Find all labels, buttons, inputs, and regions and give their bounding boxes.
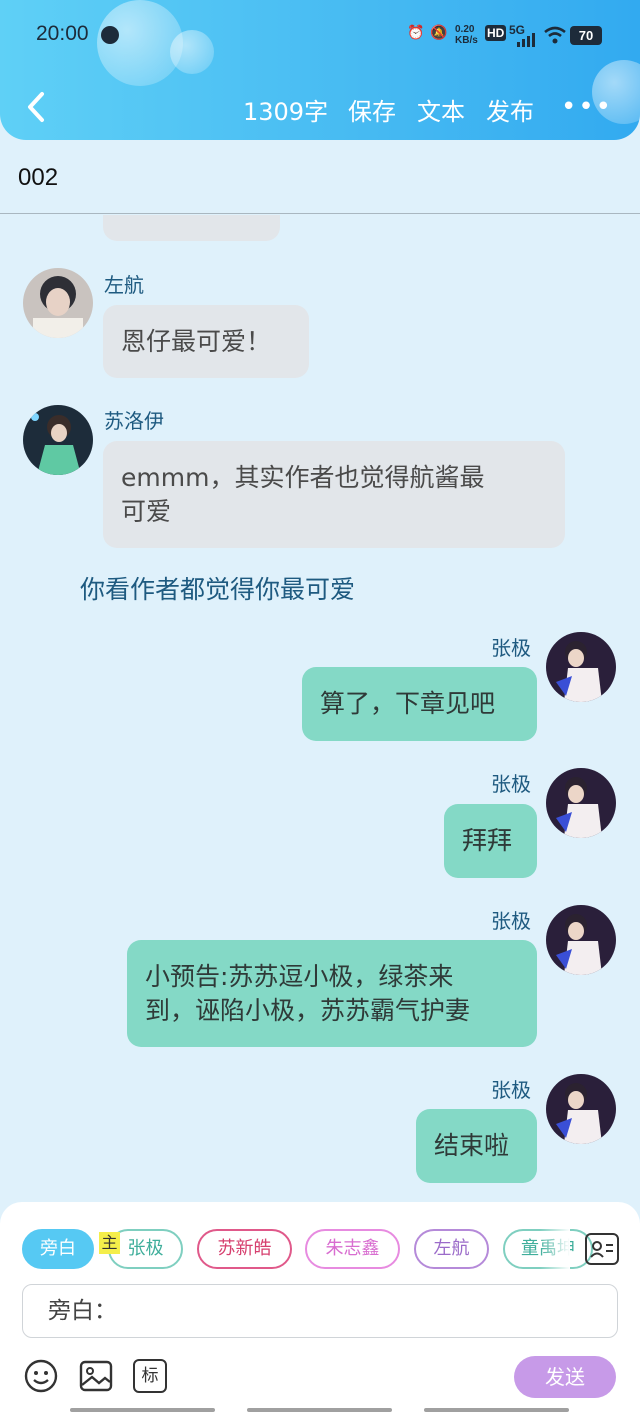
chips-fade [540,1224,570,1274]
chat-bubble: 拜拜 [444,804,537,878]
chapter-title: 002 [18,164,59,191]
contacts-icon[interactable] [585,1233,619,1265]
message-text-line: 可爱 [121,497,172,526]
narration-text: 你看作者都觉得你最可爱 [80,575,356,604]
chat-bubble: 小预告:苏苏逗小极，绿茶来 到，诬陷小极，苏苏霸气护妻 [127,940,537,1047]
message-text: 恩仔最可爱！ [121,327,272,356]
message-text-line: 小预告:苏苏逗小极，绿茶来 [145,962,454,991]
chat-bubble: 算了，下章见吧 [302,667,537,741]
message-text: 拜拜 [462,826,513,855]
more-menu-icon[interactable]: ••• [561,92,613,122]
chat-bubble: 结束啦 [416,1109,537,1183]
alarm-icon: ⏰ [407,24,425,40]
avatar[interactable] [23,405,93,475]
signal-icon [517,33,535,47]
mute-icon: 🔕 [430,24,448,40]
word-count: 1309字 [243,98,329,126]
speaker-name: 左航 [104,273,144,297]
message-input[interactable] [23,1285,617,1337]
save-button[interactable]: 保存 [348,92,396,127]
speaker-name: 张极 [491,772,531,796]
avatar[interactable] [23,268,93,338]
role-chip-zhuzhixin[interactable]: 朱志鑫 [305,1229,400,1269]
message-text-line: 到，诬陷小极，苏苏霸气护妻 [145,996,471,1025]
net-speed: 0.20 KB/s [455,24,478,46]
compose-panel: 旁白 张极 主 苏新皓 朱志鑫 左航 童禹坤 标 发送 [0,1202,640,1415]
publish-button[interactable]: 发布 [486,92,534,127]
role-chip-zuohang[interactable]: 左航 [414,1229,489,1269]
speaker-name: 苏洛伊 [104,409,164,433]
compass-icon [101,26,119,44]
chapter-title-bar[interactable]: 002 [0,140,640,214]
emoji-icon[interactable] [24,1359,58,1393]
tag-button[interactable]: 标 [133,1359,167,1393]
net-speed-unit: KB/s [455,35,478,46]
avatar[interactable] [546,1074,616,1144]
net-speed-value: 0.20 [455,24,475,35]
battery-indicator: 70 [570,26,602,45]
speaker-name: 张极 [491,1078,531,1102]
avatar[interactable] [546,768,616,838]
role-chip-narrator[interactable]: 旁白 [22,1229,94,1269]
nav-bar: 1309字 保存 文本 发布 ••• [0,80,640,136]
host-badge: 主 [99,1232,120,1254]
chat-area[interactable]: 左航 恩仔最可爱！ 苏洛伊 emmm，其实作者也觉得航酱最 可爱 你看作者都觉得… [0,215,640,1200]
gesture-bar [70,1408,215,1412]
back-arrow-icon[interactable] [22,90,52,124]
speaker-name: 张极 [491,909,531,933]
role-chip-suxinhao[interactable]: 苏新皓 [197,1229,292,1269]
status-bar: 20:00 ⏰ 🔕 0.20 KB/s HD 5G 70 [0,14,640,58]
message-input-box[interactable] [22,1284,618,1338]
message-text: 算了，下章见吧 [320,689,496,718]
gesture-bar [424,1408,569,1412]
send-button[interactable]: 发送 [514,1356,616,1398]
avatar[interactable] [546,905,616,975]
text-button[interactable]: 文本 [417,92,465,127]
message-text-line: emmm，其实作者也觉得航酱最 [121,463,485,492]
gesture-bar [247,1408,392,1412]
message-text: 结束啦 [434,1131,510,1160]
app-header: 20:00 ⏰ 🔕 0.20 KB/s HD 5G 70 1309字 保存 文本… [0,0,640,140]
chat-bubble: emmm，其实作者也觉得航酱最 可爱 [103,441,565,548]
chat-bubble-partial [103,215,280,241]
image-icon[interactable] [79,1359,113,1393]
speaker-name: 张极 [491,636,531,660]
wifi-icon [544,26,566,44]
avatar[interactable] [546,632,616,702]
chat-bubble: 恩仔最可爱！ [103,305,309,378]
status-time: 20:00 [36,22,89,45]
hd-badge: HD [485,25,507,41]
